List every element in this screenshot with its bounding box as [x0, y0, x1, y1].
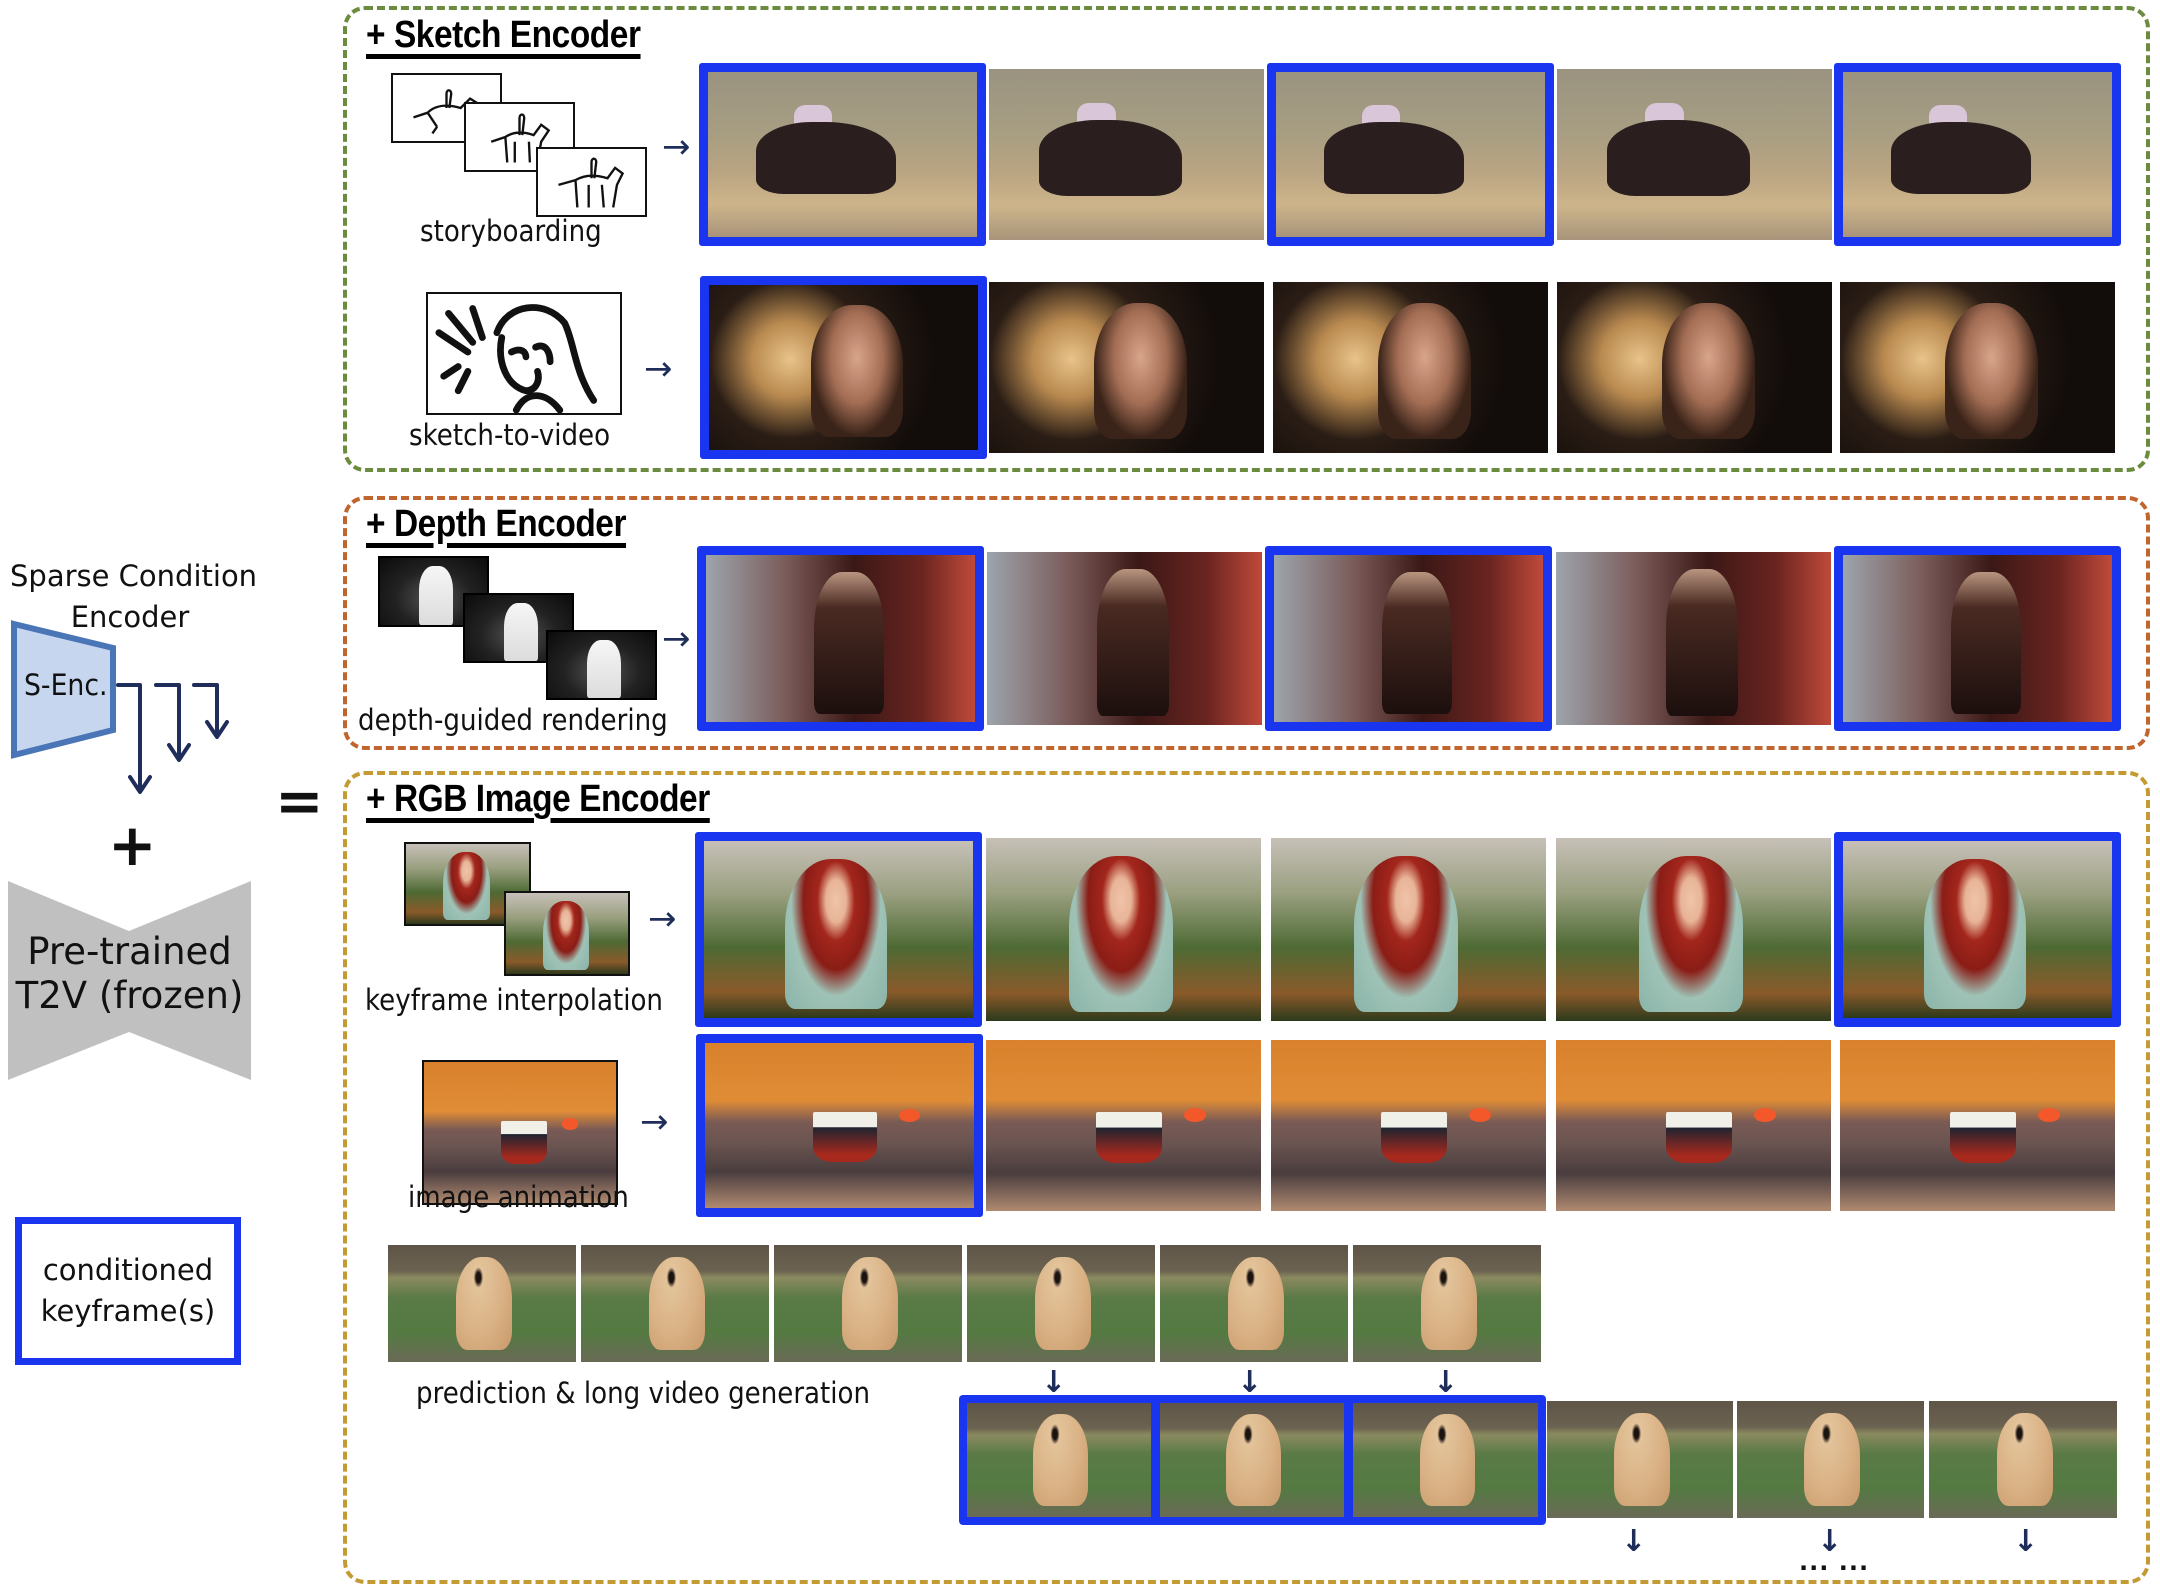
output-frame-keyframe — [1265, 546, 1552, 731]
sparse-encoder-diagram — [11, 620, 229, 794]
context-frame — [388, 1245, 576, 1362]
backbone-label-line2: T2V (frozen) — [15, 974, 244, 1017]
legend-line2: keyframe(s) — [40, 1294, 216, 1328]
output-frame-keyframe — [700, 276, 987, 459]
output-frame — [1557, 282, 1832, 453]
output-frame — [989, 282, 1264, 453]
output-frame-keyframe — [1834, 832, 2121, 1027]
arrow-down-icon: ↓ — [1433, 1365, 1459, 1400]
backbone-label: Pre-trained T2V (frozen) — [8, 930, 251, 1018]
context-frame — [967, 1245, 1155, 1362]
feature-arrow-2 — [154, 683, 191, 762]
plus-symbol: + — [108, 811, 157, 879]
output-frame — [1271, 838, 1546, 1021]
feature-arrow-1 — [116, 683, 152, 794]
generated-frame — [1737, 1401, 1924, 1518]
output-frame-keyframe — [1267, 63, 1554, 246]
continuation-ellipsis: ... ... — [1799, 1548, 1870, 1576]
keyframe-input-2 — [504, 891, 630, 976]
output-frame-keyframe — [967, 1403, 1151, 1517]
output-frame — [1556, 1040, 1831, 1211]
depth-encoder-title: + Depth Encoder — [366, 503, 627, 545]
arrow-right-icon: → — [662, 127, 691, 167]
legend-line1: conditioned — [42, 1253, 214, 1287]
backbone-label-line1: Pre-trained — [27, 930, 232, 973]
context-frame — [774, 1245, 962, 1362]
task-label-prediction-long-video: prediction & long video generation — [416, 1376, 871, 1410]
arrow-down-icon: ↓ — [1237, 1365, 1263, 1400]
context-frame — [1160, 1245, 1348, 1362]
depth-map-3 — [546, 630, 657, 700]
generated-frame — [1547, 1401, 1733, 1518]
output-frame-keyframe — [697, 546, 984, 731]
output-frame — [1273, 282, 1548, 453]
output-frame — [1840, 1040, 2115, 1211]
output-frame — [987, 552, 1262, 725]
storyboard-sketch-3 — [536, 147, 647, 217]
task-label-storyboarding: storyboarding — [420, 214, 602, 248]
output-frame — [1840, 282, 2115, 453]
arrow-down-icon: ↓ — [2013, 1524, 2039, 1559]
legend-conditioned-keyframe: conditioned keyframe(s) — [15, 1217, 241, 1365]
task-label-sketch-to-video: sketch-to-video — [409, 418, 611, 452]
arrow-right-icon: → — [640, 1102, 669, 1142]
arrow-down-icon: ↓ — [1041, 1365, 1067, 1400]
output-frame — [1271, 1040, 1546, 1211]
output-frame-keyframe — [695, 832, 982, 1027]
output-frame — [986, 838, 1261, 1021]
output-frame-keyframe — [1834, 546, 2121, 731]
output-frame-keyframe — [1160, 1403, 1344, 1517]
equals-symbol: = — [275, 767, 324, 835]
legend-text: conditioned keyframe(s) — [22, 1250, 234, 1332]
output-frame-keyframe — [1353, 1403, 1538, 1517]
sketch-input-face — [426, 292, 622, 415]
output-frame — [1556, 552, 1831, 725]
sketch-encoder-title: + Sketch Encoder — [366, 14, 641, 56]
output-frame-keyframe — [1834, 63, 2121, 246]
arrow-right-icon: → — [644, 349, 673, 389]
generated-frame — [1929, 1401, 2117, 1518]
context-frame — [1353, 1245, 1541, 1362]
output-frame-keyframe — [699, 63, 986, 246]
output-frame — [1557, 69, 1832, 240]
task-label-keyframe-interpolation: keyframe interpolation — [365, 983, 663, 1017]
task-label-image-animation: image animation — [408, 1180, 629, 1214]
output-frame — [1556, 838, 1831, 1021]
output-frame-keyframe — [696, 1034, 983, 1217]
conditioned-keyframe-group — [959, 1395, 1546, 1525]
s-enc-label: S-Enc. — [24, 668, 108, 702]
feature-arrow-3 — [192, 683, 229, 739]
arrow-down-icon: ↓ — [1621, 1524, 1647, 1559]
arrow-right-icon: → — [662, 619, 691, 659]
task-label-depth-guided-rendering: depth-guided rendering — [358, 703, 668, 737]
encoder-caption-line1: Sparse Condition — [10, 559, 258, 593]
arrow-right-icon: → — [648, 899, 677, 939]
output-frame — [986, 1040, 1261, 1211]
feature-arrows — [116, 683, 229, 794]
output-frame — [989, 69, 1264, 240]
rgb-image-encoder-title: + RGB Image Encoder — [366, 778, 710, 820]
context-frame — [581, 1245, 769, 1362]
